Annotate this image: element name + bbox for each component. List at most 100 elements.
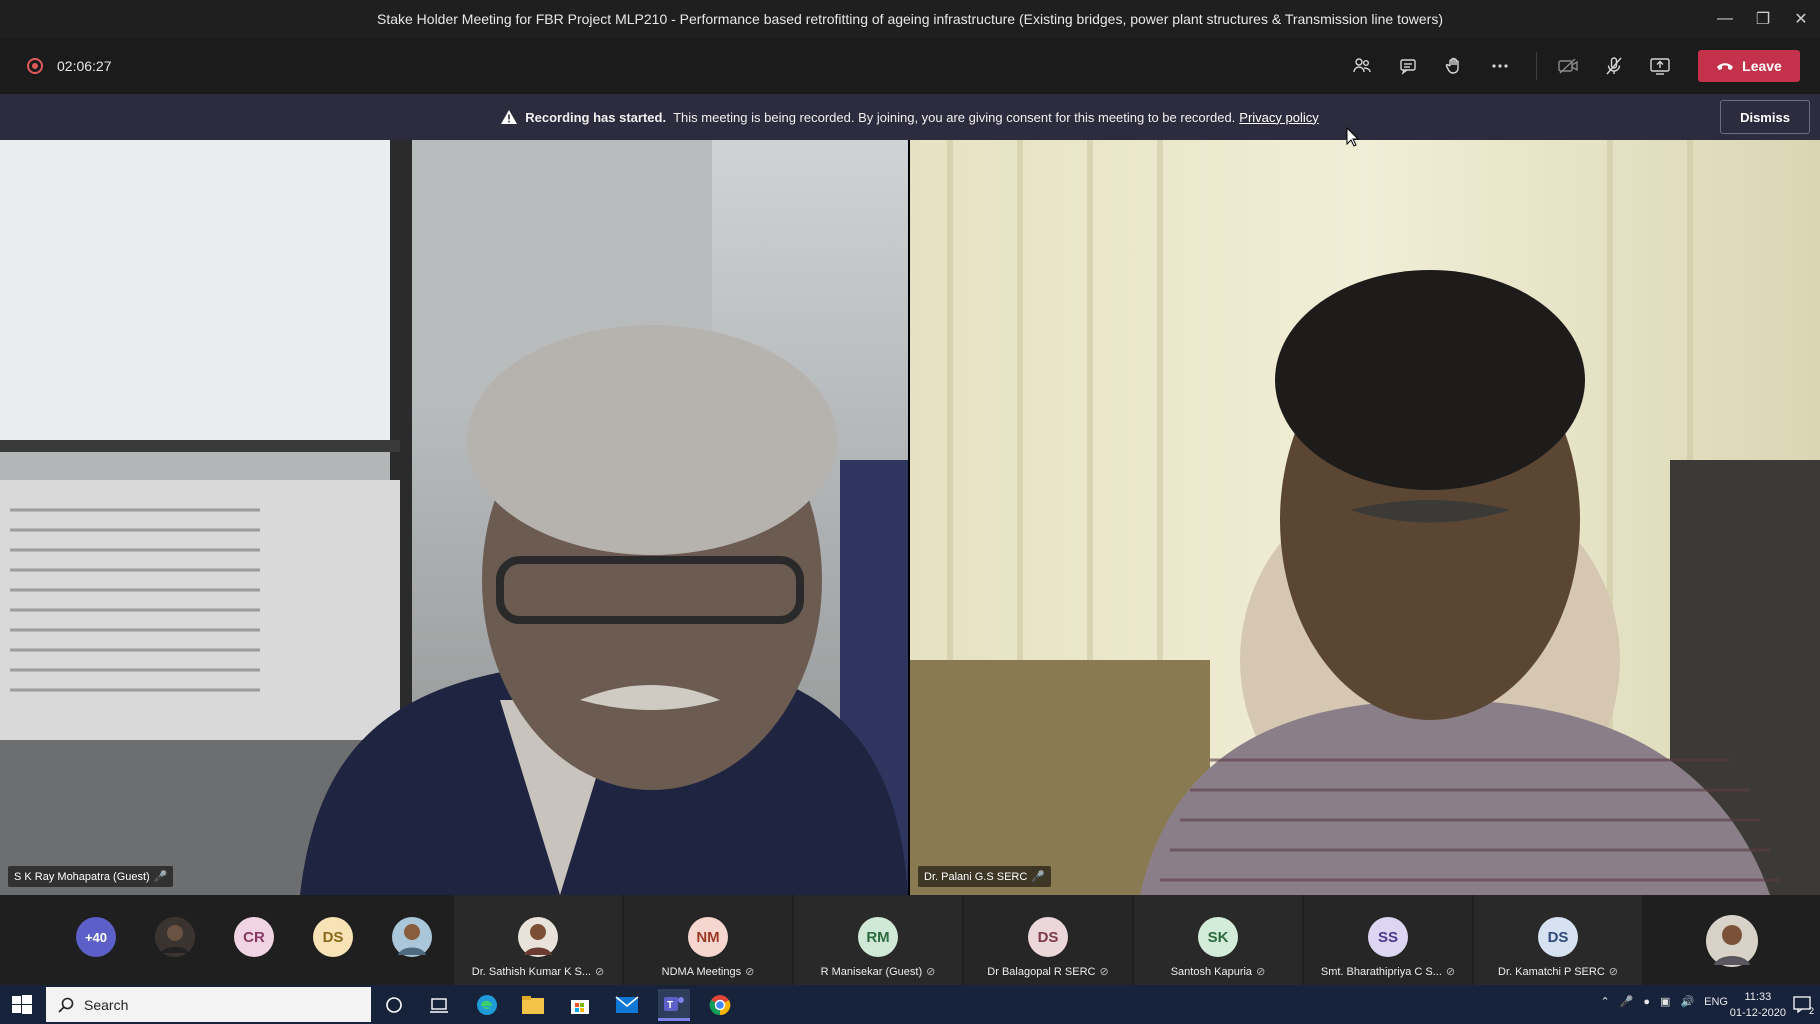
restore-icon[interactable]: ❐ <box>1744 0 1782 38</box>
participant-video-left <box>0 140 908 895</box>
camera-off-icon[interactable] <box>1550 48 1586 84</box>
avatar-initials: CR <box>243 928 265 946</box>
participant-name: Dr. Kamatchi P SERC ⊘ <box>1498 966 1618 978</box>
participant-strip: +40 CR DS Dr. Sathish Kumar K S... ⊘ NM N… <box>0 895 1820 985</box>
dismiss-button[interactable]: Dismiss <box>1720 100 1810 134</box>
participant-tile[interactable]: RM R Manisekar (Guest) ⊘ <box>794 895 962 985</box>
task-view-icon[interactable] <box>423 989 455 1021</box>
edge-browser-icon[interactable] <box>471 989 503 1021</box>
avatar-initials: DS <box>1037 928 1059 946</box>
more-participants-button[interactable]: +40 <box>76 917 116 957</box>
participant-avatar-ds[interactable]: DS <box>313 917 353 957</box>
participant-tile[interactable]: SS Smt. Bharathipriya C S... ⊘ <box>1304 895 1472 985</box>
video-tile-right[interactable]: Dr. Palani G.S SERC 🎤 <box>910 140 1820 895</box>
device-controls <box>1550 48 1678 84</box>
video-name-tag-right: Dr. Palani G.S SERC 🎤 <box>918 866 1052 887</box>
search-placeholder: Search <box>84 996 129 1013</box>
video-name-tag-left: S K Ray Mohapatra (Guest) 🎤 <box>8 866 174 887</box>
leave-label: Leave <box>1742 58 1782 74</box>
avatar-initials: RM <box>866 928 890 946</box>
recording-banner: Recording has started. This meeting is b… <box>0 94 1820 140</box>
mic-off-icon: ⊘ <box>926 966 936 978</box>
mic-off-icon: ⊘ <box>1608 966 1618 978</box>
meeting-toolbar: 02:06:27 Leave <box>0 38 1820 94</box>
share-screen-icon[interactable] <box>1642 48 1678 84</box>
participant-avatar: DS <box>1538 917 1578 957</box>
recording-indicator-icon <box>27 58 43 74</box>
participant-avatar: SS <box>1368 917 1408 957</box>
clock-date: 01-12-2020 <box>1729 1007 1786 1019</box>
participant-avatar: RM <box>858 917 898 957</box>
mouse-cursor-icon <box>1346 127 1360 147</box>
mic-off-icon: ⊘ <box>1099 966 1109 978</box>
chrome-tray-icon[interactable]: ● <box>1643 996 1650 1008</box>
participant-tile[interactable]: DS Dr. Kamatchi P SERC ⊘ <box>1474 895 1642 985</box>
title-bar: Stake Holder Meeting for FBR Project MLP… <box>0 0 1820 38</box>
participants-icon[interactable] <box>1344 48 1380 84</box>
toolbar-actions <box>1344 48 1518 84</box>
participant-name: R Manisekar (Guest) ⊘ <box>820 966 936 978</box>
cortana-icon[interactable] <box>378 989 410 1021</box>
participant-name: Dr Balagopal R SERC ⊘ <box>987 966 1109 978</box>
window-title: Stake Holder Meeting for FBR Project MLP… <box>376 11 1444 27</box>
participant-tile[interactable]: DS Dr Balagopal R SERC ⊘ <box>964 895 1132 985</box>
mic-icon: 🎤 <box>1031 871 1046 883</box>
video-name-right: Dr. Palani G.S SERC <box>924 870 1028 883</box>
banner-text: This meeting is being recorded. By joini… <box>673 109 1236 125</box>
mic-icon: 🎤 <box>153 871 168 883</box>
toolbar-divider <box>1536 52 1537 80</box>
taskbar-search-input[interactable]: Search <box>46 987 371 1022</box>
system-tray: ⌃ 🎤 ● ▣ 🔊 ENG <box>1600 995 1728 1009</box>
language-indicator[interactable]: ENG <box>1704 996 1728 1008</box>
more-options-icon[interactable] <box>1482 48 1518 84</box>
mic-off-icon: ⊘ <box>595 966 605 978</box>
search-icon <box>58 997 74 1013</box>
microphone-icon[interactable]: 🎤 <box>1620 995 1634 1008</box>
teams-icon[interactable]: T <box>658 989 690 1021</box>
banner-heading: Recording has started. <box>525 109 667 125</box>
avatar-initials: DS <box>1547 928 1569 946</box>
avatar-initials: DS <box>322 928 344 946</box>
participant-name: Smt. Bharathipriya C S... ⊘ <box>1320 966 1456 978</box>
store-icon[interactable] <box>564 989 596 1021</box>
meeting-timer: 02:06:27 <box>57 58 112 74</box>
svg-text:T: T <box>667 1000 673 1011</box>
mail-icon[interactable] <box>611 989 643 1021</box>
windows-taskbar: Search T ⌃ 🎤 ● ▣ 🔊 ENG 11:33 01-12-2020 … <box>0 985 1820 1024</box>
participant-avatar-photo[interactable] <box>155 917 195 957</box>
participant-tile[interactable]: SK Santosh Kapuria ⊘ <box>1134 895 1302 985</box>
close-icon[interactable]: ✕ <box>1782 0 1820 38</box>
file-explorer-icon[interactable] <box>517 989 549 1021</box>
chat-icon[interactable] <box>1390 48 1426 84</box>
participant-avatar: NM <box>688 917 728 957</box>
windows-start-icon[interactable] <box>12 995 32 1015</box>
participant-tile[interactable]: NM NDMA Meetings ⊘ <box>624 895 792 985</box>
notification-center-icon[interactable]: 2 <box>1792 994 1814 1016</box>
avatar-initials: NM <box>696 928 720 946</box>
taskbar-clock[interactable]: 11:33 01-12-2020 <box>1730 989 1786 1021</box>
leave-button[interactable]: Leave <box>1698 50 1800 82</box>
participant-name: Santosh Kapuria ⊘ <box>1170 966 1266 978</box>
participant-avatar-cr[interactable]: CR <box>234 917 274 957</box>
participant-avatar-photo[interactable] <box>392 917 432 957</box>
phone-hangup-icon <box>1717 63 1734 70</box>
avatar-initials: SS <box>1377 928 1398 946</box>
participant-video-right <box>910 140 1820 895</box>
network-icon[interactable]: ▣ <box>1660 995 1670 1008</box>
self-video-avatar[interactable] <box>1706 915 1758 967</box>
raise-hand-icon[interactable] <box>1436 48 1472 84</box>
clock-time: 11:33 <box>1744 991 1772 1003</box>
mic-off-icon: ⊘ <box>1445 966 1456 978</box>
participant-name: NDMA Meetings ⊘ <box>661 966 755 978</box>
participant-tile[interactable]: Dr. Sathish Kumar K S... ⊘ <box>454 895 622 985</box>
chevron-up-icon[interactable]: ⌃ <box>1600 995 1609 1008</box>
minimize-icon[interactable]: — <box>1706 0 1744 38</box>
chrome-icon[interactable] <box>704 989 736 1021</box>
volume-icon[interactable]: 🔊 <box>1680 995 1694 1008</box>
privacy-policy-link[interactable]: Privacy policy <box>1239 110 1318 125</box>
participant-avatar: SK <box>1198 917 1238 957</box>
video-tile-left[interactable]: S K Ray Mohapatra (Guest) 🎤 <box>0 140 908 895</box>
warning-icon <box>501 110 518 124</box>
video-name-left: S K Ray Mohapatra (Guest) <box>14 870 150 883</box>
mic-off-icon[interactable] <box>1596 48 1632 84</box>
